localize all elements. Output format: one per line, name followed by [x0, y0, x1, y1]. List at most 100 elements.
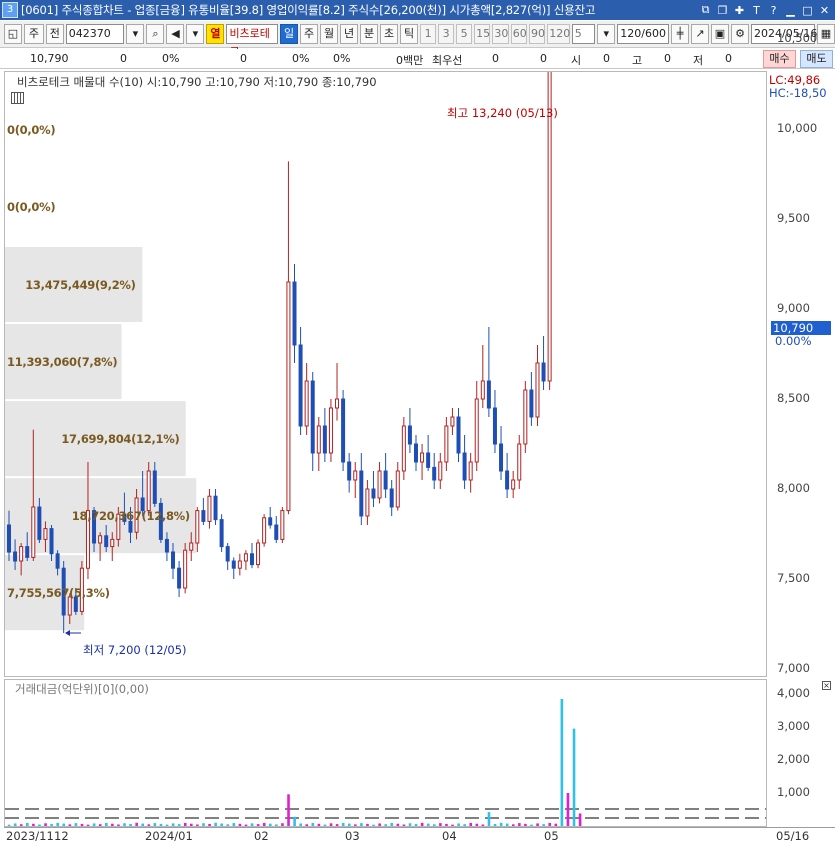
- trade-value-bar: [98, 824, 102, 826]
- unit-input[interactable]: 5: [571, 24, 596, 44]
- help-icon[interactable]: ?: [765, 4, 782, 17]
- minute-30[interactable]: 30: [492, 24, 509, 44]
- trade-value-bar: [518, 823, 521, 826]
- trade-value-bar: [26, 822, 29, 826]
- trade-value-bar: [578, 813, 582, 826]
- candle-body: [353, 470, 358, 481]
- price-axis: LC:49,86 HC:-18,50 13,00012,50012,00011,…: [767, 31, 835, 828]
- price-chart-panel[interactable]: 비츠로테크 매물대 수(10) 시:10,790 고:10,790 저:10,7…: [4, 71, 767, 677]
- title-bar: 3 [0601] 주식종합차트 - 업종[금융] 유통비율[39.8] 영업이익…: [0, 0, 835, 20]
- window-number-badge: 3: [2, 2, 18, 18]
- period-minute[interactable]: 분: [360, 24, 379, 44]
- candle-body: [98, 535, 103, 544]
- chart-menu-button[interactable]: ◱: [4, 24, 22, 44]
- speaker-icon[interactable]: ◀: [166, 24, 185, 44]
- candle-body: [231, 560, 236, 569]
- stock-code-input[interactable]: 042370: [65, 24, 125, 44]
- trade-value-bar: [13, 823, 17, 826]
- candle-body: [413, 443, 418, 463]
- price-tick-label: 8,000: [777, 481, 810, 495]
- trade-value-bar: [159, 823, 163, 826]
- period-day[interactable]: 일: [280, 24, 299, 44]
- draw-tool-icon[interactable]: ↗: [691, 24, 709, 44]
- font-size-icon[interactable]: T: [748, 4, 765, 17]
- trade-value-bar: [360, 823, 363, 826]
- trade-value-panel[interactable]: 거래대금(억단위)[0](0,00): [4, 679, 767, 827]
- code-dropdown-button[interactable]: ▾: [126, 24, 145, 44]
- minute-15[interactable]: 15: [474, 24, 491, 44]
- link-icon[interactable]: ⧉: [697, 3, 714, 17]
- candle-type-icon[interactable]: ╪: [671, 24, 689, 44]
- prev-button[interactable]: 전: [45, 24, 64, 44]
- minute-1[interactable]: 1: [420, 24, 437, 44]
- trade-value-bar: [542, 824, 545, 826]
- count-input[interactable]: 120/600: [617, 24, 669, 44]
- trade-value-bar: [238, 823, 242, 826]
- minute-3[interactable]: 3: [438, 24, 455, 44]
- trade-value-bar: [19, 824, 23, 826]
- trade-value-tick-label: 1,000: [777, 785, 810, 799]
- candle-body: [541, 362, 546, 382]
- company-name-field[interactable]: 비츠로테크: [226, 24, 279, 58]
- minute-90[interactable]: 90: [529, 24, 546, 44]
- candle-body: [438, 461, 443, 481]
- candlestick-chart[interactable]: [5, 72, 767, 677]
- trade-value-bar: [293, 816, 296, 826]
- minute-5[interactable]: 5: [456, 24, 473, 44]
- trade-value-chart[interactable]: [5, 680, 767, 827]
- candle-body: [219, 519, 224, 548]
- candle-body: [292, 281, 297, 346]
- save-icon[interactable]: ▣: [711, 24, 729, 44]
- trade-value-bar: [299, 823, 302, 826]
- period-second[interactable]: 초: [380, 24, 399, 44]
- panel-close-icon[interactable]: ×: [822, 681, 831, 690]
- sell-button[interactable]: 매도: [800, 50, 833, 68]
- minimize-icon[interactable]: ▁: [782, 4, 799, 17]
- trade-amount: 0백만: [396, 54, 424, 67]
- candle-body: [474, 398, 479, 463]
- chart-toolbar: ◱ 주▾ 전 042370 ▾ ⌕ ◀ ▾ 열 비츠로테크 일 주 월 년 분 …: [0, 21, 835, 58]
- candle-body: [486, 380, 491, 409]
- current-change-pct: 0.00%: [775, 334, 812, 348]
- price-tick-label: 8,500: [777, 391, 810, 405]
- period-tick[interactable]: 틱: [400, 24, 419, 44]
- period-month[interactable]: 월: [320, 24, 339, 44]
- minute-60[interactable]: 60: [510, 24, 527, 44]
- low-price-marker: 최저 7,200 (12/05): [83, 643, 187, 657]
- market-select[interactable]: 주▾: [24, 24, 44, 58]
- close-icon[interactable]: ✕: [816, 4, 833, 17]
- yeol-button[interactable]: 열: [206, 24, 225, 44]
- copy-window-icon[interactable]: ❐: [714, 4, 731, 17]
- candle-body: [201, 510, 206, 522]
- trade-value-bar: [481, 824, 485, 826]
- trade-value-bar: [469, 822, 473, 826]
- current-price: 10,790: [30, 52, 69, 65]
- period-week[interactable]: 주: [300, 24, 319, 44]
- market-select-value: 주: [28, 27, 39, 40]
- trade-value-bar: [378, 823, 381, 826]
- data-grid-icon[interactable]: [11, 92, 24, 104]
- volume-profile-label: 17,699,804(12,1%): [61, 431, 180, 446]
- trade-value-bar: [50, 824, 53, 826]
- minute-120[interactable]: 120: [547, 24, 570, 44]
- trade-value-bar: [329, 823, 333, 826]
- candle-body: [499, 443, 504, 472]
- candle-body: [322, 425, 327, 454]
- calendar-icon[interactable]: ▦: [817, 24, 835, 44]
- date-label-12: 12: [54, 829, 69, 843]
- pin-icon[interactable]: ✚: [731, 4, 748, 17]
- candle-body: [505, 470, 510, 490]
- unit-stepper[interactable]: ▾: [597, 24, 616, 44]
- trade-value-bar: [74, 823, 78, 826]
- buy-button[interactable]: 매수: [763, 50, 796, 68]
- candle-body: [450, 416, 455, 427]
- search-icon[interactable]: ⌕: [146, 24, 165, 44]
- period-year[interactable]: 년: [340, 24, 359, 44]
- candle-body: [304, 380, 309, 427]
- speaker-dropdown[interactable]: ▾: [186, 24, 205, 44]
- maximize-icon[interactable]: □: [799, 4, 816, 17]
- trade-value-bar: [147, 824, 151, 826]
- settings-gear-icon[interactable]: ⚙: [731, 24, 749, 44]
- candle-body: [517, 443, 522, 481]
- trade-value-bar: [317, 823, 321, 826]
